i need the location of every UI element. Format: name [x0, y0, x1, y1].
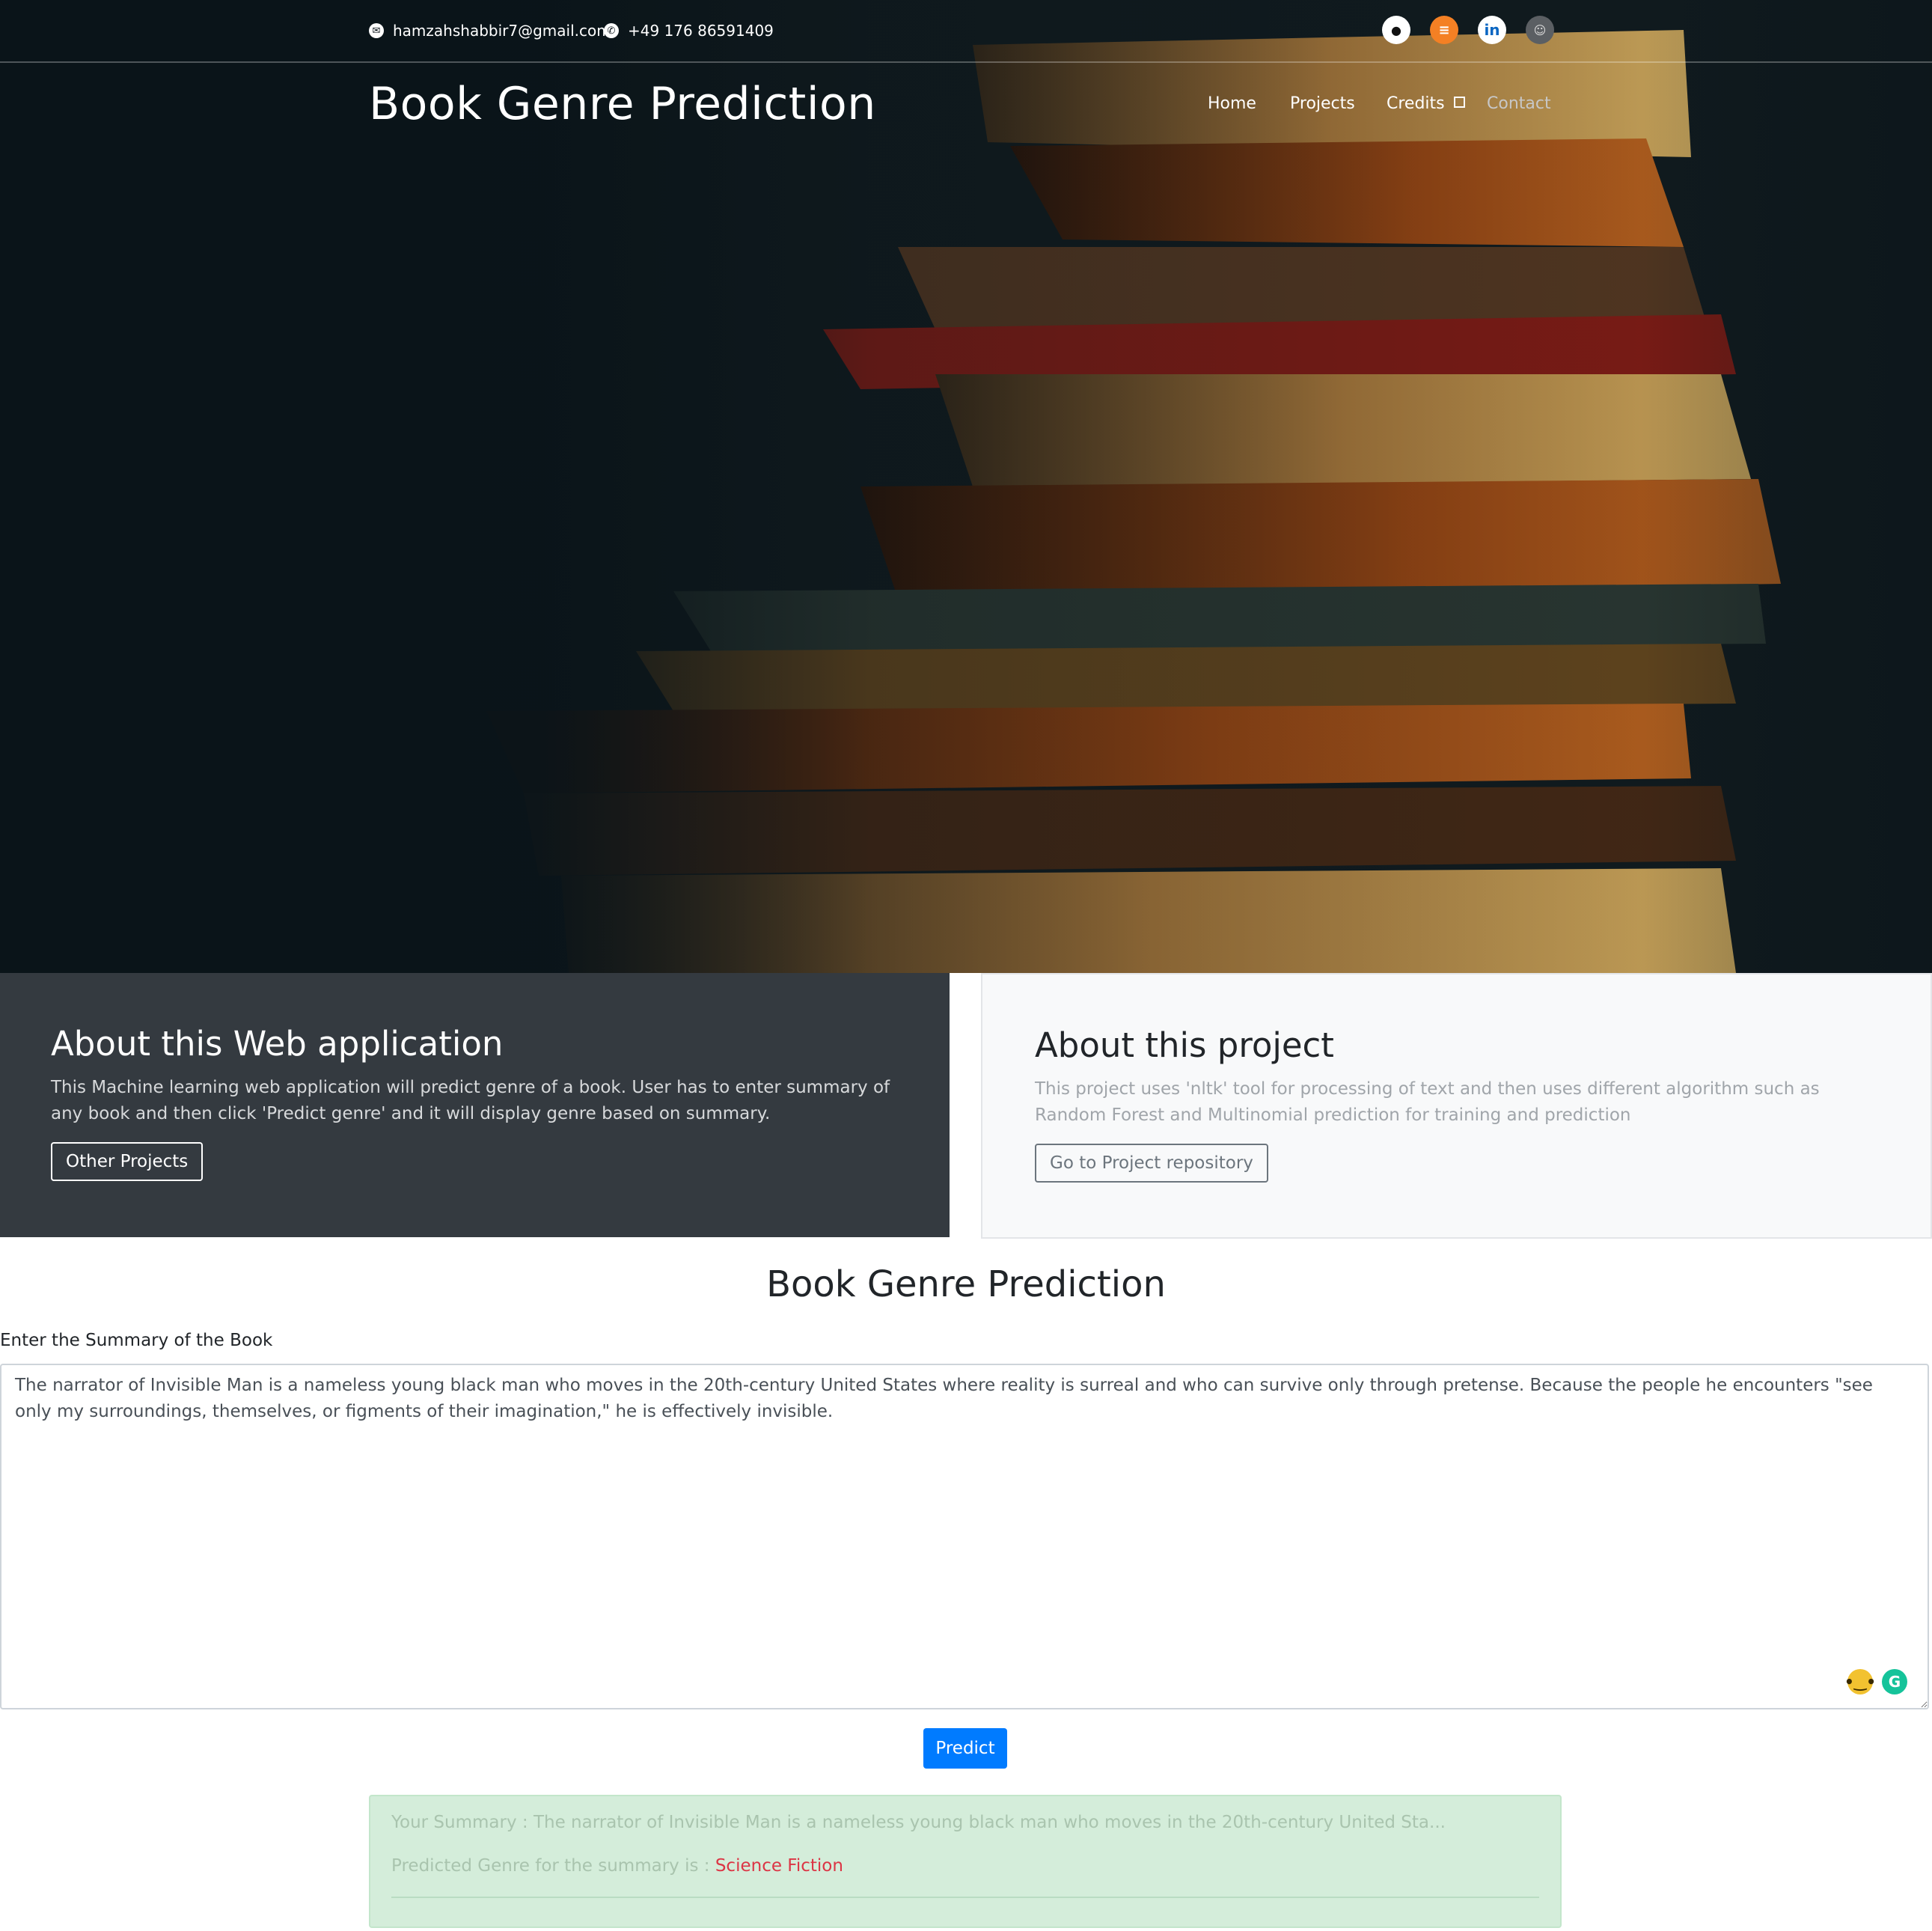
predict-button[interactable]: Predict: [923, 1728, 1007, 1769]
hero-books-image: [0, 0, 1932, 973]
about-app-text: This Machine learning web application wi…: [51, 1078, 890, 1123]
email-contact[interactable]: ✉ hamzahshabbir7@gmail.com: [369, 18, 611, 43]
phone-icon: ✆: [604, 23, 619, 38]
nav-credits-label: Credits: [1387, 94, 1445, 113]
site-brand[interactable]: Book Genre Prediction: [369, 78, 876, 130]
github-icon[interactable]: ●: [1382, 16, 1410, 44]
about-project-text: This project uses 'nltk' tool for proces…: [1035, 1079, 1820, 1125]
about-project-title: About this project: [1035, 1025, 1334, 1065]
result-summary-line: Your Summary : The narrator of Invisible…: [391, 1813, 1446, 1832]
predicted-genre-value: Science Fiction: [715, 1856, 843, 1876]
phone-contact[interactable]: ✆ +49 176 86591409: [604, 18, 774, 43]
nav-home[interactable]: Home: [1208, 94, 1256, 113]
profile-avatar-icon[interactable]: ☺: [1526, 16, 1554, 44]
result-summary-text: The narrator of Invisible Man is a namel…: [533, 1813, 1446, 1832]
email-text: hamzahshabbir7@gmail.com: [393, 22, 611, 40]
neutral-face-icon[interactable]: •‿•: [1844, 1669, 1876, 1694]
result-divider: [391, 1897, 1539, 1898]
hero-section: ✉ hamzahshabbir7@gmail.com ✆ +49 176 865…: [0, 0, 1932, 973]
linkedin-icon[interactable]: in: [1478, 16, 1506, 44]
about-project-panel: About this project This project uses 'nl…: [981, 973, 1932, 1239]
nav-contact[interactable]: Contact: [1487, 94, 1551, 113]
phone-text: +49 176 86591409: [628, 22, 774, 40]
project-repository-button[interactable]: Go to Project repository: [1035, 1144, 1268, 1183]
result-summary-label: Your Summary :: [391, 1813, 534, 1832]
about-app-panel: About this Web application This Machine …: [0, 973, 950, 1237]
other-projects-button[interactable]: Other Projects: [51, 1142, 204, 1181]
summary-textarea[interactable]: The narrator of Invisible Man is a namel…: [0, 1364, 1929, 1709]
summary-label: Enter the Summary of the Book: [0, 1331, 273, 1350]
dropdown-box-icon: [1453, 96, 1465, 108]
contact-topbar: ✉ hamzahshabbir7@gmail.com ✆ +49 176 865…: [0, 0, 1932, 63]
grammarly-icon[interactable]: G: [1882, 1669, 1907, 1694]
about-app-title: About this Web application: [51, 1024, 504, 1064]
nav-credits[interactable]: Credits: [1387, 94, 1465, 113]
nav-projects[interactable]: Projects: [1290, 94, 1355, 113]
stackoverflow-icon[interactable]: ≡: [1430, 16, 1458, 44]
result-genre-label: Predicted Genre for the summary is :: [391, 1856, 715, 1876]
email-icon: ✉: [369, 23, 384, 38]
prediction-result-alert: Your Summary : The narrator of Invisible…: [369, 1795, 1562, 1928]
result-genre-line: Predicted Genre for the summary is : Sci…: [391, 1856, 843, 1876]
prediction-title: Book Genre Prediction: [766, 1263, 1166, 1305]
